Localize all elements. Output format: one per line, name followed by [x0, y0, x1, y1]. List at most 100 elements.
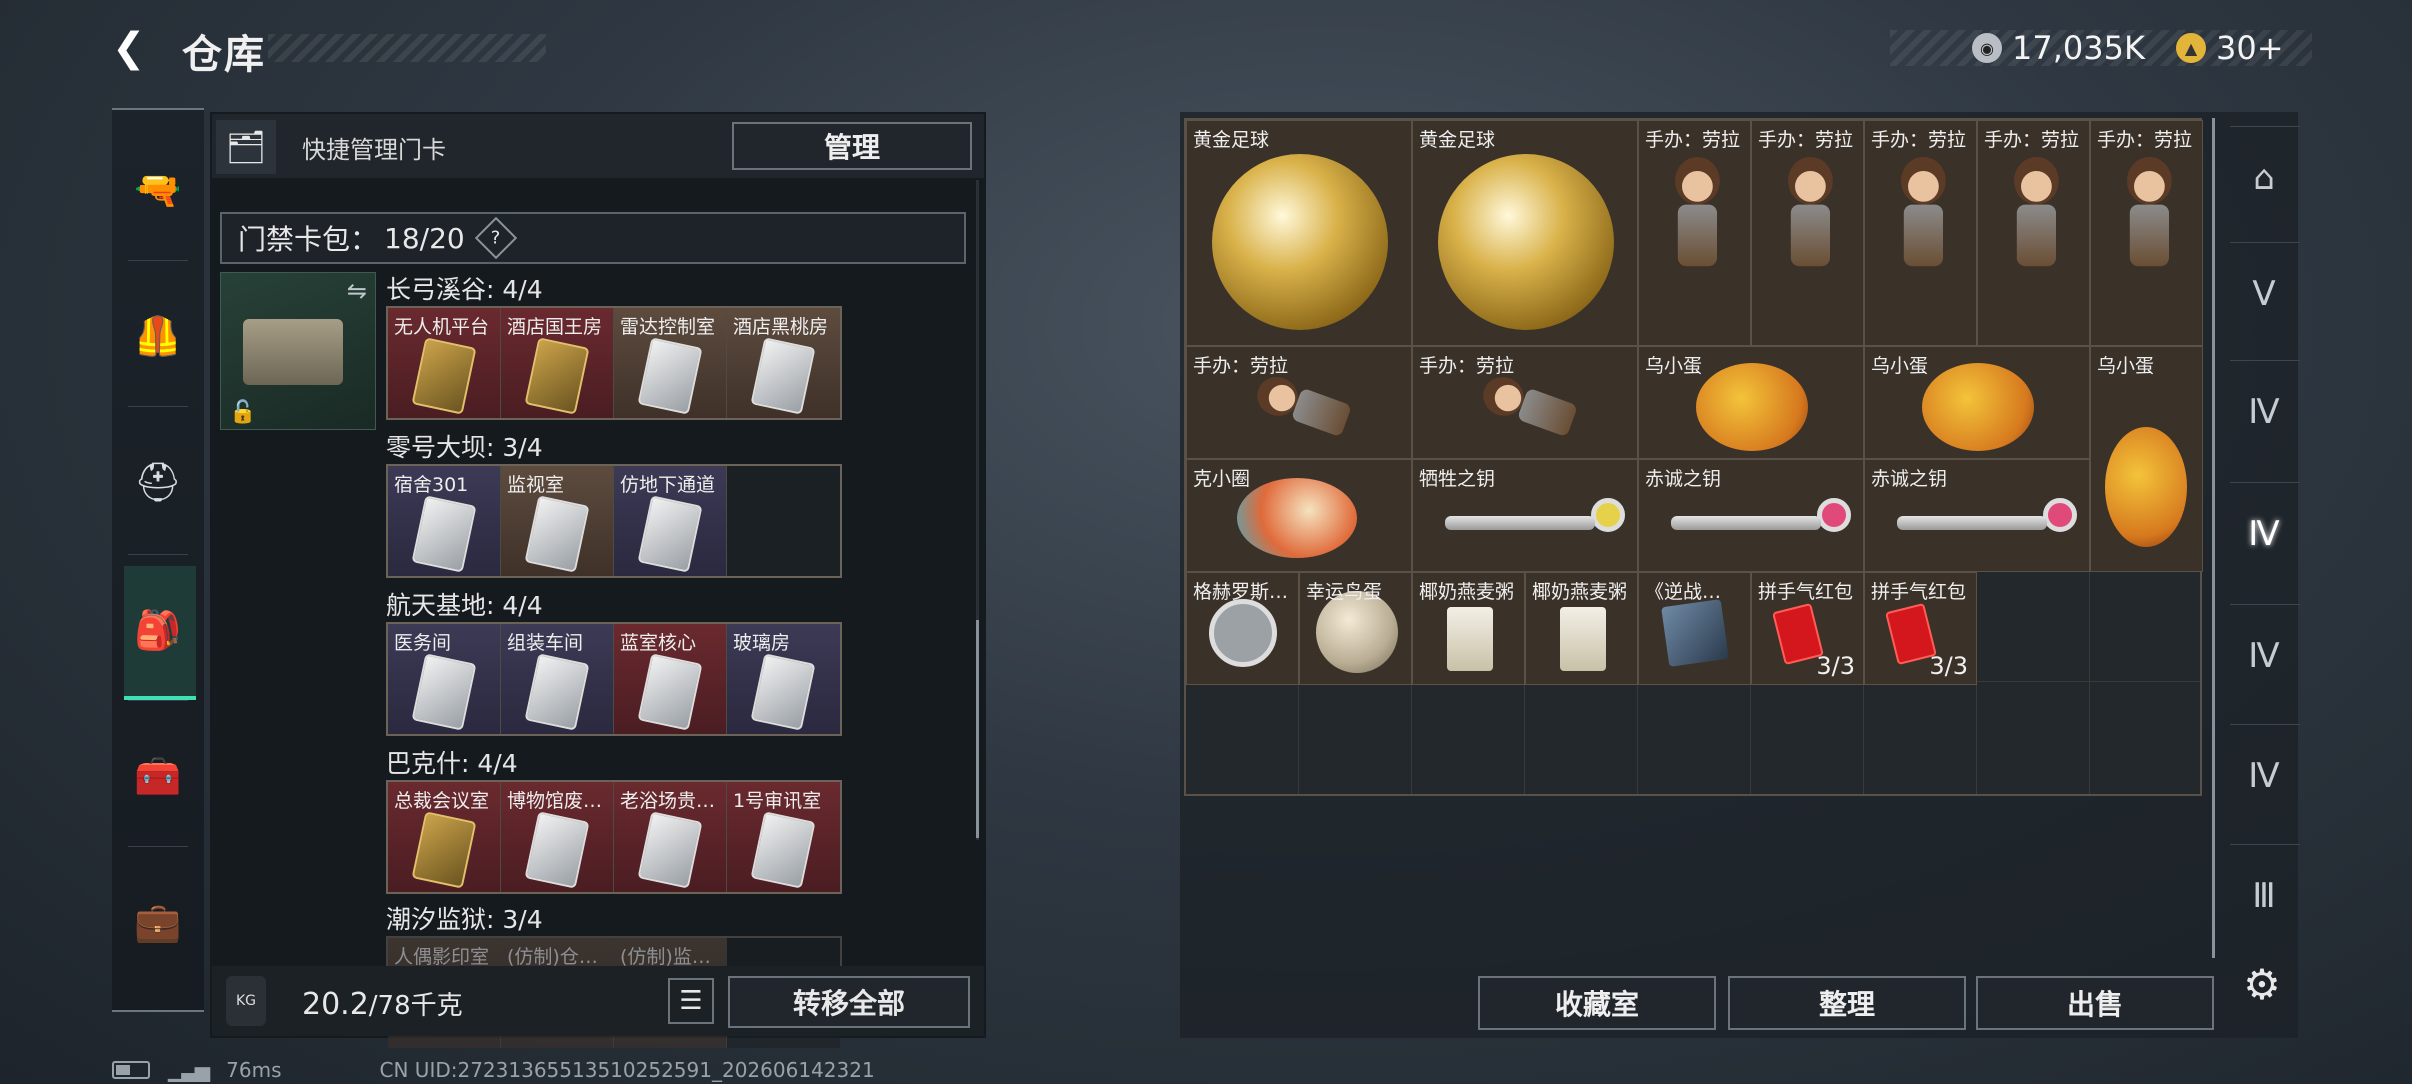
sell-button[interactable]: 出售	[1976, 976, 2214, 1030]
swap-icon[interactable]: ⇋	[347, 277, 367, 305]
stash-item[interactable]: 拼手气红包 3/3	[1751, 572, 1864, 685]
keycard-slot[interactable]: 总裁会议室	[388, 782, 501, 892]
keycard-slot[interactable]: 1号审讯室	[727, 782, 840, 892]
keycard-slot[interactable]: 博物馆废…	[501, 782, 614, 892]
help-icon[interactable]: ?	[474, 216, 517, 260]
side-tab-divider	[2230, 604, 2300, 605]
stash-item[interactable]: 赤诚之钥	[1864, 459, 2090, 572]
stash-item[interactable]: 乌小蛋	[1638, 346, 1864, 459]
signal-icon: ▁▃▅	[168, 1058, 210, 1082]
keycard-label: 酒店黑桃房	[733, 316, 829, 338]
stash-item-name: 《逆战…	[1645, 581, 1722, 603]
gun-icon[interactable]: 🔫	[112, 120, 204, 260]
keycard-label: 1号审讯室	[733, 790, 822, 812]
keycard-slot[interactable]: 老浴场贵…	[614, 782, 727, 892]
keycard-slot[interactable]: 宿舍301	[388, 466, 501, 576]
latency: 76ms	[226, 1058, 282, 1082]
stash-item[interactable]: 黄金足球	[1412, 120, 1638, 346]
keycard-slot[interactable]: 组装车间	[501, 624, 614, 734]
currency-triangle[interactable]: ▲ 30+	[2176, 26, 2284, 70]
keycard-image	[750, 337, 816, 415]
stash-item-name: 黄金足球	[1193, 129, 1270, 151]
helmet-icon[interactable]: ⛑	[112, 412, 204, 552]
stash-item[interactable]: 幸运鸟蛋	[1299, 572, 1412, 685]
stash-item[interactable]: 牺牲之钥	[1412, 459, 1638, 572]
keycard-case-icon: 🗂	[216, 120, 276, 174]
backpack-icon[interactable]: 🎒	[112, 560, 204, 700]
keycard-label: (仿制)仓…	[507, 946, 598, 968]
transfer-all-button[interactable]: 转移全部	[728, 976, 970, 1028]
stash-item[interactable]: 手办：劳拉	[1977, 120, 2090, 346]
status-bar: ▁▃▅ 76ms CN UID:27231365513510252591_202…	[112, 1058, 875, 1082]
stash-item[interactable]: 拼手气红包 3/3	[1864, 572, 1977, 685]
stash-iii-icon[interactable]: Ⅲ	[2232, 864, 2296, 928]
stash-item[interactable]: 黄金足球	[1186, 120, 1412, 346]
keycard-slot[interactable]: 仿地下通道	[614, 466, 727, 576]
scrollbar-thumb[interactable]	[976, 620, 979, 838]
side-tab-divider	[2230, 724, 2300, 725]
stash-item-name: 赤诚之钥	[1645, 468, 1722, 490]
card-group-title: 潮汐监狱: 3/4	[386, 905, 543, 934]
stash-iv-b-icon[interactable]: Ⅳ	[2232, 502, 2296, 566]
keycard-slot[interactable]: 玻璃房	[727, 624, 840, 734]
keycard-label: 宿舍301	[394, 474, 469, 496]
chest-rig-icon[interactable]: 🧰	[112, 706, 204, 846]
stash-item[interactable]: 乌小蛋	[1864, 346, 2090, 459]
keycard-slot[interactable]: 酒店国王房	[501, 308, 614, 418]
stash-item[interactable]: 手办：劳拉	[1864, 120, 1977, 346]
keycard-slot[interactable]: 雷达控制室	[614, 308, 727, 418]
stash-iv-c-icon[interactable]: Ⅳ	[2232, 624, 2296, 688]
stash-item-name: 手办：劳拉	[1758, 129, 1854, 151]
stash-iv-d-icon[interactable]: Ⅳ	[2232, 744, 2296, 808]
settings-gear-icon[interactable]: ⚙	[2234, 956, 2290, 1012]
keycard-label: (仿制)监…	[620, 946, 711, 968]
keycard-slot[interactable]: 蓝室核心	[614, 624, 727, 734]
keycard-slot[interactable]: 医务间	[388, 624, 501, 734]
currency-triangle-value: 30+	[2216, 29, 2284, 67]
stash-item-name: 手办：劳拉	[1193, 355, 1289, 377]
food-pack-image	[1447, 607, 1493, 671]
keycard-image	[524, 653, 590, 731]
collection-room-button[interactable]: 收藏室	[1478, 976, 1716, 1030]
equipped-keycard-case[interactable]: ⇋ 🔓	[220, 272, 376, 430]
keycard-label: 组装车间	[507, 632, 584, 654]
armor-icon[interactable]: 🦺	[112, 266, 204, 406]
keycard-image	[411, 337, 477, 415]
stash-item[interactable]: 椰奶燕麦粥	[1412, 572, 1525, 685]
stash-item[interactable]: 椰奶燕麦粥	[1525, 572, 1638, 685]
stash-home-icon[interactable]: ⌂	[2232, 146, 2296, 210]
stash-item[interactable]: 克小圈	[1186, 459, 1412, 572]
stash-item[interactable]: 乌小蛋	[2090, 346, 2203, 572]
sort-button[interactable]: 整理	[1728, 976, 1966, 1030]
golden-football-image	[1438, 154, 1614, 330]
keycard-slot[interactable]: 监视室	[501, 466, 614, 576]
stash-item-name: 手办：劳拉	[2097, 129, 2193, 151]
card-row: 总裁会议室 博物馆废… 老浴场贵… 1号审讯室	[386, 780, 842, 894]
stash-item-name: 手办：劳拉	[1645, 129, 1741, 151]
stash-item[interactable]: 赤诚之钥	[1638, 459, 1864, 572]
stash-item[interactable]: 格赫罗斯…	[1186, 572, 1299, 685]
currency-hafu[interactable]: ◉ 17,035K	[1972, 26, 2145, 70]
stash-iv-a-icon[interactable]: Ⅳ	[2232, 380, 2296, 444]
keycard-slot[interactable]: 酒店黑桃房	[727, 308, 840, 418]
manage-button[interactable]: 管理	[732, 122, 972, 170]
list-view-button[interactable]: ☰	[668, 978, 714, 1024]
keycard-slot[interactable]	[727, 466, 840, 576]
stash-item[interactable]: 手办：劳拉	[1412, 346, 1638, 459]
keycard-label: 仿地下通道	[620, 474, 716, 496]
stash-scrollbar[interactable]	[2212, 118, 2215, 958]
egg-toy-image	[1696, 363, 1808, 451]
side-tab-divider	[2230, 126, 2300, 127]
stash-item-name: 牺牲之钥	[1419, 468, 1496, 490]
case-icon[interactable]: 💼	[112, 852, 204, 992]
stash-item[interactable]: 《逆战…	[1638, 572, 1751, 685]
back-arrow-icon[interactable]: ❮	[112, 26, 156, 70]
card-row: 医务间 组装车间 蓝室核心 玻璃房	[386, 622, 842, 736]
stash-item[interactable]: 手办：劳拉	[2090, 120, 2203, 346]
keycard-slot[interactable]: 无人机平台	[388, 308, 501, 418]
stash-v-icon[interactable]: Ⅴ	[2232, 262, 2296, 326]
stash-item[interactable]: 手办：劳拉	[1751, 120, 1864, 346]
stash-item[interactable]: 手办：劳拉	[1638, 120, 1751, 346]
card-pack-header[interactable]: 门禁卡包： 18/20 ?	[220, 212, 966, 264]
stash-item[interactable]: 手办：劳拉	[1186, 346, 1412, 459]
